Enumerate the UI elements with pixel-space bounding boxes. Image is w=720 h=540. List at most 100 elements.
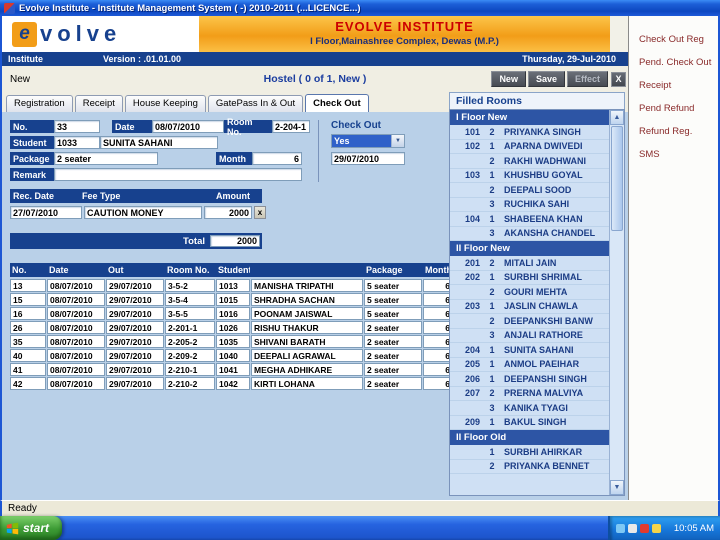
cell[interactable]: 3-5-4 — [165, 293, 215, 306]
date-field[interactable]: 08/07/2010 — [152, 120, 224, 133]
filled-room-row[interactable]: 201 2 MITALI JAIN — [450, 256, 609, 271]
tray-network-icon[interactable] — [652, 523, 661, 533]
filled-room-row[interactable]: 2 PRIYANKA BENNET — [450, 460, 609, 474]
start-button[interactable]: start — [0, 516, 62, 540]
cell[interactable]: RISHU THAKUR — [251, 321, 363, 334]
tab-gatepass-in-out[interactable]: GatePass In & Out — [207, 95, 304, 112]
package-field[interactable]: 2 seater — [54, 152, 158, 165]
student-name-field[interactable]: SUNITA SAHANI — [100, 136, 218, 149]
scrollbar-down-icon[interactable]: ▼ — [610, 480, 624, 495]
cell[interactable]: 08/07/2010 — [47, 335, 105, 348]
filled-room-row[interactable]: 3 AKANSHA CHANDEL — [450, 227, 609, 241]
cell[interactable]: 35 — [10, 335, 46, 348]
fee-date-field[interactable]: 27/07/2010 — [10, 206, 82, 219]
cell[interactable]: 2 seater — [364, 349, 422, 362]
cell[interactable]: 2 seater — [364, 363, 422, 376]
tab-check-out[interactable]: Check Out — [305, 94, 369, 112]
filled-room-row[interactable]: 101 2 PRIYANKA SINGH — [450, 125, 609, 140]
fee-amount-field[interactable]: 2000 — [204, 206, 252, 219]
cell[interactable]: 2-201-1 — [165, 321, 215, 334]
cell[interactable]: 29/07/2010 — [106, 335, 164, 348]
filled-room-row[interactable]: 209 1 BAKUL SINGH — [450, 416, 609, 430]
cell[interactable]: 1016 — [216, 307, 250, 320]
checkout-date-field[interactable]: 29/07/2010 — [331, 152, 405, 165]
cell[interactable]: 08/07/2010 — [47, 363, 105, 376]
cell[interactable]: 26 — [10, 321, 46, 334]
cell[interactable]: DEEPALI AGRAWAL — [251, 349, 363, 362]
cell[interactable]: 15 — [10, 293, 46, 306]
filled-room-row[interactable]: 2 RAKHI WADHWANI — [450, 154, 609, 169]
cell[interactable]: MEGHA ADHIKARE — [251, 363, 363, 376]
new-button[interactable]: New — [491, 71, 526, 87]
tab-registration[interactable]: Registration — [6, 95, 73, 112]
cell[interactable]: 1026 — [216, 321, 250, 334]
close-form-button[interactable]: X — [611, 71, 626, 87]
cell[interactable]: 29/07/2010 — [106, 321, 164, 334]
filled-room-row[interactable]: 2 DEEPANKSHI BANW — [450, 314, 609, 329]
scrollbar-thumb[interactable] — [611, 126, 623, 231]
nav-check-out-reg[interactable]: Check Out Reg — [629, 28, 718, 51]
scrollbar[interactable]: ▲ ▼ — [609, 110, 624, 495]
cell[interactable]: 08/07/2010 — [47, 321, 105, 334]
filled-room-row[interactable]: 2 GOURI MEHTA — [450, 285, 609, 300]
student-id-field[interactable]: 1033 — [54, 136, 100, 149]
cell[interactable]: 3-5-5 — [165, 307, 215, 320]
filled-room-row[interactable]: 1 SURBHI AHIRKAR — [450, 445, 609, 460]
cell[interactable]: 2 seater — [364, 335, 422, 348]
nav-pend-check-out[interactable]: Pend. Check Out — [629, 51, 718, 74]
filled-room-row[interactable]: 204 1 SUNITA SAHANI — [450, 343, 609, 358]
cell[interactable]: 1015 — [216, 293, 250, 306]
cell[interactable]: SHRADHA SACHAN — [251, 293, 363, 306]
tray-volume-icon[interactable] — [628, 523, 637, 533]
cell[interactable]: 1035 — [216, 335, 250, 348]
month-field[interactable]: 6 — [252, 152, 302, 165]
cell[interactable]: 08/07/2010 — [47, 293, 105, 306]
cell[interactable]: 2-210-2 — [165, 377, 215, 390]
cell[interactable]: 29/07/2010 — [106, 363, 164, 376]
filled-room-row[interactable]: 102 1 APARNA DWIVEDI — [450, 140, 609, 154]
cell[interactable]: 1041 — [216, 363, 250, 376]
remark-field[interactable] — [54, 168, 302, 181]
filled-room-row[interactable]: 104 1 SHABEENA KHAN — [450, 212, 609, 227]
cell[interactable]: 5 seater — [364, 307, 422, 320]
filled-room-row[interactable]: 202 1 SURBHI SHRIMAL — [450, 271, 609, 285]
cell[interactable]: 13 — [10, 279, 46, 292]
cell[interactable]: 08/07/2010 — [47, 279, 105, 292]
cell[interactable]: 5 seater — [364, 293, 422, 306]
cell[interactable]: 5 seater — [364, 279, 422, 292]
cell[interactable]: 2-210-1 — [165, 363, 215, 376]
fee-type-field[interactable]: CAUTION MONEY — [84, 206, 202, 219]
cell[interactable]: POONAM JAISWAL — [251, 307, 363, 320]
cell[interactable]: SHIVANI BARATH — [251, 335, 363, 348]
new-menu[interactable]: New — [10, 74, 30, 85]
nav-receipt[interactable]: Receipt — [629, 74, 718, 97]
cell[interactable]: 1042 — [216, 377, 250, 390]
scrollbar-track[interactable] — [610, 232, 624, 480]
cell[interactable]: 1013 — [216, 279, 250, 292]
cell[interactable]: 29/07/2010 — [106, 293, 164, 306]
cell[interactable]: 29/07/2010 — [106, 377, 164, 390]
cell[interactable]: 08/07/2010 — [47, 349, 105, 362]
cell[interactable]: 16 — [10, 307, 46, 320]
filled-room-row[interactable]: 205 1 ANMOL PAEIHAR — [450, 358, 609, 372]
cell[interactable]: 41 — [10, 363, 46, 376]
save-button[interactable]: Save — [527, 71, 565, 87]
chevron-down-icon[interactable]: ▼ — [391, 135, 404, 147]
cell[interactable]: 08/07/2010 — [47, 377, 105, 390]
filled-room-row[interactable]: 207 2 PRERNA MALVIYA — [450, 387, 609, 401]
cell[interactable]: KIRTI LOHANA — [251, 377, 363, 390]
filled-room-row[interactable]: 3 RUCHIKA SAHI — [450, 198, 609, 212]
no-field[interactable]: 33 — [54, 120, 100, 133]
filled-room-row[interactable]: 2 DEEPALI SOOD — [450, 183, 609, 198]
cell[interactable]: 42 — [10, 377, 46, 390]
tab-receipt[interactable]: Receipt — [74, 95, 123, 112]
cell[interactable]: 29/07/2010 — [106, 349, 164, 362]
tray-messenger-icon[interactable] — [616, 523, 625, 533]
cell[interactable]: 29/07/2010 — [106, 307, 164, 320]
cell[interactable]: 2-205-2 — [165, 335, 215, 348]
cell[interactable]: 40 — [10, 349, 46, 362]
nav-refund-reg[interactable]: Refund Reg. — [629, 120, 718, 143]
filled-room-row[interactable]: 3 KANIKA TYAGI — [450, 401, 609, 416]
cell[interactable]: 3-5-2 — [165, 279, 215, 292]
fee-delete-button[interactable]: x — [254, 206, 266, 219]
